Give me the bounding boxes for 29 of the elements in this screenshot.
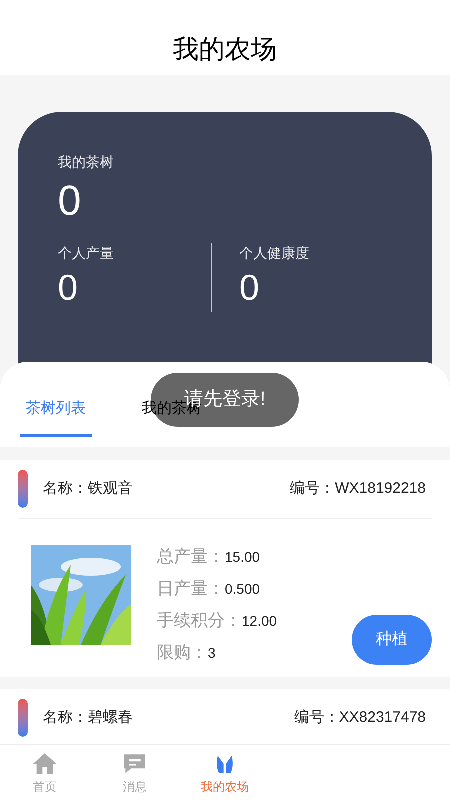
detail-label: 手续积分：: [157, 610, 242, 632]
detail-value: 0.500: [225, 580, 260, 599]
accent-bar: [18, 470, 28, 508]
accent-bar: [18, 699, 28, 737]
detail-label: 总产量：: [157, 546, 225, 568]
tree-name: 名称：碧螺春: [43, 708, 133, 728]
detail-label: 日产量：: [157, 578, 225, 600]
detail-value: 15.00: [225, 548, 260, 567]
detail-value: 12.00: [242, 612, 278, 631]
stat-label: 个人健康度: [240, 244, 310, 263]
tab[interactable]: 茶树列表: [20, 398, 92, 437]
stat-value: 0: [58, 176, 82, 226]
nav-label: 我的农场: [201, 778, 249, 796]
nav-label: 消息: [123, 778, 147, 796]
nav-item[interactable]: 消息: [90, 745, 180, 800]
tree-code: 编号：WX18192218: [290, 478, 426, 499]
nav-item[interactable]: 我的农场: [180, 745, 270, 800]
stat-label: 我的茶树: [58, 153, 115, 172]
detail-label: 限购：: [157, 642, 208, 664]
page-title: 我的农场: [173, 33, 277, 66]
tree-name: 名称：铁观音: [43, 478, 133, 499]
nav-item[interactable]: 首页: [0, 745, 90, 800]
plant-button[interactable]: 种植: [352, 615, 432, 665]
stat-value: 0: [240, 266, 261, 310]
detail-value: 3: [208, 644, 216, 663]
tree-code: 编号：XX82317478: [294, 708, 426, 728]
nav-label: 首页: [33, 778, 57, 796]
stat-value: 0: [58, 266, 80, 310]
stat-label: 个人产量: [58, 244, 115, 263]
